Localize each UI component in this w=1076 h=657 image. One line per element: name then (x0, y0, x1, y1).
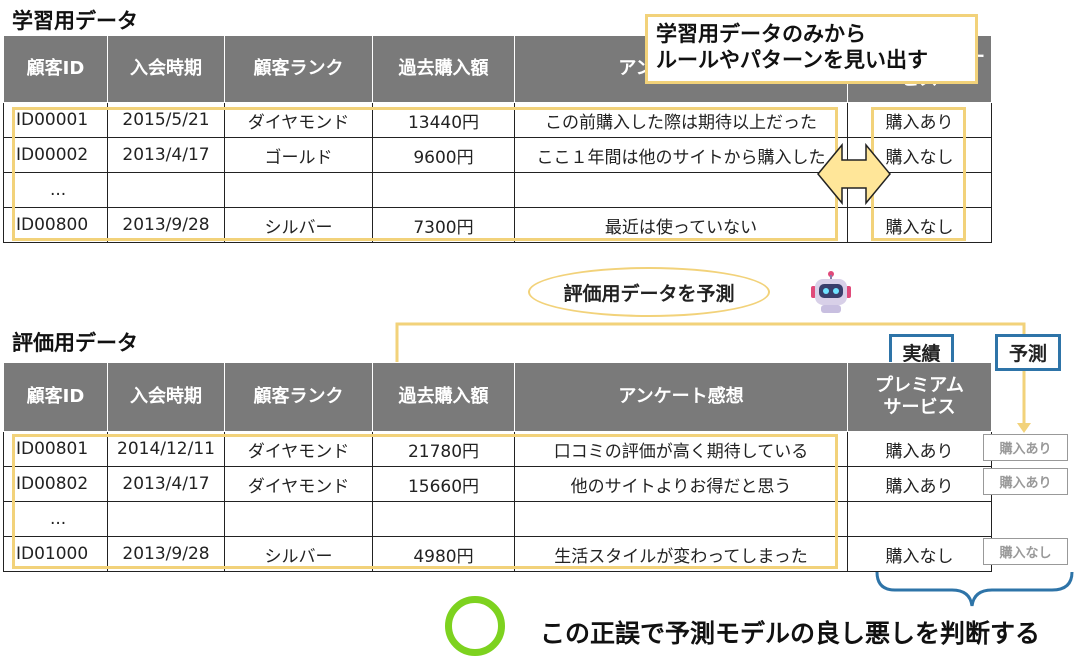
predicted-value: 購入なし (999, 546, 1052, 561)
premium-header-line-2: サービス (883, 397, 956, 418)
col-header-rank: 顧客ランク (224, 362, 373, 432)
evaluation-header-row: 顧客ID 入会時期 顧客ランク 過去購入額 アンケート感想 プレミアム サービス (3, 362, 992, 432)
predicted-value: 購入あり (999, 476, 1052, 491)
col-header-joined: 入会時期 (107, 362, 225, 432)
cell-premium: 購入なし (847, 536, 992, 572)
col-header-premium: プレミアム サービス (847, 362, 992, 432)
callout-line-2: ルールやパターンを見い出す (656, 48, 928, 72)
training-title: 学習用データ (12, 9, 138, 33)
col-header-survey: アンケート感想 (514, 362, 848, 432)
predicted-tag: 予測 (995, 334, 1061, 371)
predicted-value: 購入あり (999, 442, 1052, 457)
predicted-value-box: 購入なし (983, 538, 1068, 565)
cell-premium: 購入あり (847, 431, 992, 467)
col-header-id: 顧客ID (3, 35, 108, 103)
col-header-rank: 顧客ランク (224, 35, 373, 103)
premium-header-line-1: プレミアム (875, 375, 964, 396)
evaluation-features-frame (12, 434, 838, 569)
col-header-amount: 過去購入額 (372, 35, 515, 103)
callout-line-1: 学習用データのみから (656, 22, 866, 46)
predicted-label: 予測 (1008, 343, 1047, 365)
col-header-amount: 過去購入額 (372, 362, 515, 432)
col-header-joined: 入会時期 (107, 35, 225, 103)
col-header-id: 顧客ID (3, 362, 108, 432)
predicted-value-box: 購入あり (983, 434, 1068, 461)
training-features-frame (12, 107, 838, 241)
predicted-value-box: 購入あり (983, 468, 1068, 495)
robot-icon (811, 271, 851, 313)
training-callout: 学習用データのみから ルールやパターンを見い出す (645, 14, 978, 84)
conclusion-text: この正誤で予測モデルの良し悪しを判断する (540, 619, 1041, 648)
cell-premium: 購入あり (847, 466, 992, 502)
cell-premium (847, 501, 992, 537)
evaluation-title: 評価用データ (12, 331, 138, 355)
speech-bubble: 評価用データを予測 (528, 267, 770, 317)
training-label-frame (871, 107, 966, 241)
bubble-text: 評価用データを予測 (563, 282, 735, 305)
circle-ok-icon (445, 596, 505, 656)
